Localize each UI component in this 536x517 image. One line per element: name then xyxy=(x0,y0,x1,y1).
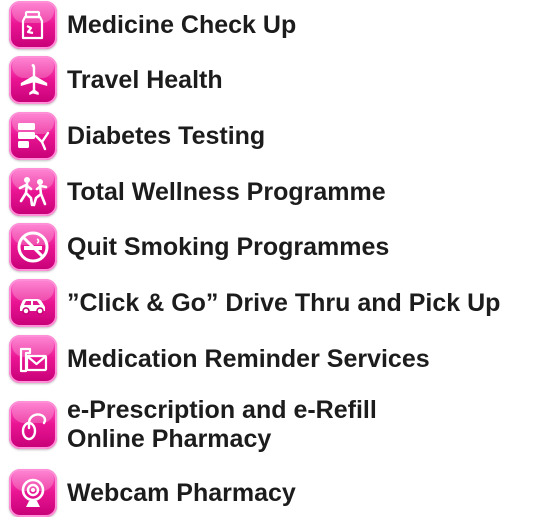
service-label: Webcam Pharmacy xyxy=(67,478,296,507)
service-label: Quit Smoking Programmes xyxy=(67,232,390,261)
running-people-icon xyxy=(9,168,57,216)
service-label-line1: e-Prescription and e-Refill xyxy=(67,396,377,424)
service-click-and-go[interactable]: ”Click & Go” Drive Thru and Pick Up xyxy=(9,279,500,327)
service-quit-smoking-programmes[interactable]: Quit Smoking Programmes xyxy=(9,223,389,271)
service-label: Total Wellness Programme xyxy=(67,177,386,206)
service-medication-reminder[interactable]: Medication Reminder Services xyxy=(9,335,430,383)
computer-mouse-icon xyxy=(9,401,57,449)
services-list: Medicine Check Up Travel Health Diabetes… xyxy=(0,0,536,517)
service-label: Medication Reminder Services xyxy=(67,344,430,373)
service-medicine-check-up[interactable]: Medicine Check Up xyxy=(9,1,296,49)
service-label-line2: Online Pharmacy xyxy=(67,425,272,453)
service-e-prescription[interactable]: e-Prescription and e-Refill Online Pharm… xyxy=(9,396,377,454)
no-smoking-icon xyxy=(9,223,57,271)
service-travel-health[interactable]: Travel Health xyxy=(9,56,223,104)
car-icon xyxy=(9,279,57,327)
service-label: Medicine Check Up xyxy=(67,10,297,39)
airplane-icon xyxy=(9,56,57,104)
service-diabetes-testing[interactable]: Diabetes Testing xyxy=(9,112,265,160)
service-label-multiline: e-Prescription and e-Refill Online Pharm… xyxy=(67,396,377,454)
glucose-meter-icon xyxy=(9,112,57,160)
service-label: Diabetes Testing xyxy=(67,121,266,150)
service-total-wellness-programme[interactable]: Total Wellness Programme xyxy=(9,168,386,216)
service-label: ”Click & Go” Drive Thru and Pick Up xyxy=(67,288,501,317)
webcam-icon xyxy=(9,469,57,517)
medicine-bottle-icon xyxy=(9,1,57,49)
mail-reminder-icon xyxy=(9,335,57,383)
service-webcam-pharmacy[interactable]: Webcam Pharmacy xyxy=(9,469,296,517)
service-label: Travel Health xyxy=(67,65,223,94)
